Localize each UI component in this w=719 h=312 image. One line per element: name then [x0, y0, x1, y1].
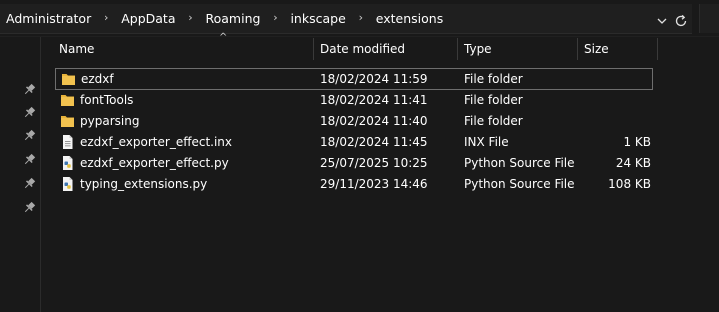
file-row[interactable]: ezdxf_exporter_effect.py 25/07/2025 10:2… — [55, 153, 653, 173]
file-name: pyparsing — [80, 114, 140, 128]
breadcrumb-item-administrator[interactable]: Administrator — [4, 11, 93, 26]
column-divider[interactable] — [577, 38, 578, 60]
file-size: 108 KB — [608, 177, 651, 191]
breadcrumb-separator-icon[interactable]: › — [178, 11, 204, 24]
file-size — [581, 90, 651, 110]
breadcrumb-separator-icon[interactable]: › — [93, 11, 119, 24]
column-headers: ^ Name Date modified Type Size — [41, 32, 719, 62]
file-name: ezdxf_exporter_effect.inx — [80, 135, 233, 149]
breadcrumb-separator-icon[interactable]: › — [262, 11, 288, 24]
file-type: INX File — [464, 135, 509, 149]
breadcrumb-item-extensions[interactable]: extensions — [374, 11, 445, 26]
file-size: 1 KB — [623, 135, 651, 149]
python-file-icon — [63, 156, 73, 170]
pin-icon[interactable] — [23, 201, 36, 214]
breadcrumb[interactable]: Administrator › AppData › Roaming › inks… — [0, 4, 692, 34]
pin-icon[interactable] — [23, 153, 36, 166]
refresh-icon[interactable] — [674, 14, 688, 28]
file-row[interactable]: pyparsing 18/02/2024 11:40 File folder — [55, 111, 653, 131]
file-name: typing_extensions.py — [80, 177, 208, 191]
file-type: Python Source File — [464, 156, 575, 170]
breadcrumb-item-roaming[interactable]: Roaming — [204, 11, 263, 26]
breadcrumb-item-appdata[interactable]: AppData — [119, 11, 177, 26]
column-header-name[interactable]: Name — [59, 36, 309, 62]
file-row[interactable]: ezdxf_exporter_effect.inx 18/02/2024 11:… — [55, 132, 653, 152]
navigation-pane — [0, 37, 40, 312]
pin-icon[interactable] — [23, 83, 36, 96]
file-date-modified: 29/11/2023 14:46 — [320, 177, 428, 191]
pin-icon[interactable] — [23, 177, 36, 190]
file-row[interactable]: fontTools 18/02/2024 11:41 File folder — [55, 90, 653, 110]
column-header-date-modified[interactable]: Date modified — [320, 36, 450, 62]
file-date-modified: 18/02/2024 11:59 — [320, 72, 428, 86]
column-header-size[interactable]: Size — [584, 36, 654, 62]
folder-icon — [61, 95, 74, 106]
file-date-modified: 25/07/2025 10:25 — [320, 156, 428, 170]
file-type: File folder — [464, 114, 523, 128]
column-header-type[interactable]: Type — [464, 36, 564, 62]
file-date-modified: 18/02/2024 11:40 — [320, 114, 428, 128]
file-date-modified: 18/02/2024 11:45 — [320, 135, 428, 149]
pin-icon[interactable] — [23, 129, 36, 142]
chevron-down-icon[interactable] — [655, 14, 669, 28]
file-row[interactable]: typing_extensions.py 29/11/2023 14:46 Py… — [55, 174, 653, 194]
file-name: ezdxf — [81, 72, 114, 86]
file-date-modified: 18/02/2024 11:41 — [320, 93, 428, 107]
folder-icon — [62, 74, 75, 85]
file-size — [581, 111, 651, 131]
breadcrumb-separator-icon[interactable]: › — [348, 11, 374, 24]
file-size — [581, 69, 651, 89]
file-type: File folder — [464, 93, 523, 107]
document-icon — [63, 135, 73, 149]
pin-icon[interactable] — [23, 106, 36, 119]
file-name: ezdxf_exporter_effect.py — [80, 156, 229, 170]
search-box[interactable] — [699, 4, 719, 33]
file-type: File folder — [464, 72, 523, 86]
file-row[interactable]: ezdxf 18/02/2024 11:59 File folder — [55, 68, 653, 90]
file-name: fontTools — [80, 93, 134, 107]
file-type: Python Source File — [464, 177, 575, 191]
column-divider[interactable] — [313, 38, 314, 60]
pane-divider[interactable] — [40, 37, 41, 312]
python-file-icon — [63, 177, 73, 191]
column-divider[interactable] — [457, 38, 458, 60]
folder-icon — [61, 116, 74, 127]
column-divider[interactable] — [657, 38, 658, 60]
file-size: 24 KB — [615, 156, 651, 170]
breadcrumb-item-inkscape[interactable]: inkscape — [288, 11, 347, 26]
address-bar: Administrator › AppData › Roaming › inks… — [0, 0, 719, 37]
